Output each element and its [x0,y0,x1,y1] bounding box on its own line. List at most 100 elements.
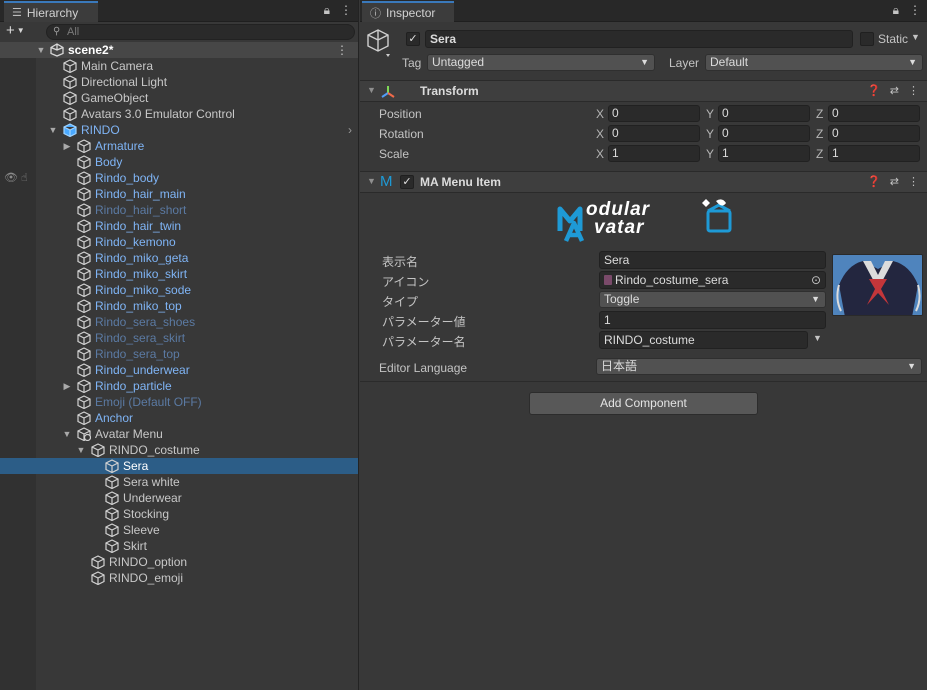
hierarchy-item[interactable]: ▶ Rindo_particle [0,378,358,394]
transform-x-field[interactable]: 0 [608,105,700,122]
expand-arrow-icon[interactable]: ▼ [48,122,58,138]
static-dropdown-icon[interactable]: ▼ [911,32,920,42]
create-button[interactable]: + ▼ [6,22,25,39]
transform-y-field[interactable]: 1 [718,145,810,162]
hierarchy-item[interactable]: Avatars 3.0 Emulator Control [0,106,358,122]
inspector-tabbar: ⓘ Inspector 🔒︎ ⋮ [360,0,927,22]
gameobject-icon [77,155,91,169]
chevron-down-icon: ▼ [908,57,917,67]
tab-hierarchy[interactable]: ☰ Hierarchy [4,1,98,22]
hierarchy-item[interactable]: Rindo_miko_skirt [0,266,358,282]
expand-arrow-icon[interactable]: ▼ [76,442,86,458]
more-options-icon[interactable]: ⋮ [340,3,352,18]
transform-y-field[interactable]: 0 [718,105,810,122]
hierarchy-item[interactable]: Body [0,154,358,170]
component-enabled-checkbox[interactable]: ✓ [400,175,414,189]
hierarchy-item[interactable]: Skirt [0,538,358,554]
hierarchy-item[interactable]: Rindo_sera_skirt [0,330,358,346]
param-name-field[interactable]: RINDO_costume [599,331,808,349]
component-menu-icon[interactable]: ⋮ [908,175,919,188]
hierarchy-item[interactable]: ▶ Armature [0,138,358,154]
transform-z-field[interactable]: 0 [828,105,920,122]
expand-arrow-icon[interactable]: ▼ [36,42,46,58]
type-dropdown[interactable]: Toggle ▼ [599,291,826,308]
hierarchy-item[interactable]: Rindo_sera_shoes [0,314,358,330]
hierarchy-item[interactable]: Anchor [0,410,358,426]
hierarchy-item[interactable]: ▼ Avatar Menu [0,426,358,442]
hierarchy-item[interactable]: ▼ RINDO › [0,122,358,138]
icon-object-field[interactable]: Rindo_costume_sera ⊙ [599,271,826,289]
collapsed-arrow-icon[interactable]: ▶ [62,378,72,394]
open-prefab-chevron-icon[interactable]: › [348,122,352,138]
hierarchy-item[interactable]: Underwear [0,490,358,506]
lock-icon[interactable]: 🔒︎ [324,3,330,18]
pickability-hand-icon[interactable]: ☝︎ [21,170,28,186]
hierarchy-item-label: Main Camera [81,59,154,73]
layer-dropdown[interactable]: Default ▼ [705,54,923,71]
hierarchy-item[interactable]: Rindo_miko_geta [0,250,358,266]
param-value-field[interactable]: 1 [599,311,826,329]
more-options-icon[interactable]: ⋮ [909,3,921,18]
transform-x-field[interactable]: 1 [608,145,700,162]
hierarchy-item[interactable]: GameObject [0,90,358,106]
preset-icon[interactable]: ⇄ [890,175,899,188]
transform-x-field[interactable]: 0 [608,125,700,142]
ma-component-icon: M [380,173,393,190]
hierarchy-item[interactable]: Rindo_sera_top [0,346,358,362]
lock-icon[interactable]: 🔒︎ [893,3,899,18]
expand-arrow-icon[interactable]: ▼ [62,426,72,442]
preset-icon[interactable]: ⇄ [890,84,899,97]
hierarchy-item-label: Rindo_hair_twin [95,219,182,233]
hierarchy-item[interactable]: Rindo_underwear [0,362,358,378]
hierarchy-item[interactable]: Sera [0,458,358,474]
transform-y-field[interactable]: 0 [718,125,810,142]
static-checkbox[interactable] [860,32,874,46]
hierarchy-item[interactable]: Rindo_hair_main [0,186,358,202]
help-icon[interactable]: ❓ [867,84,881,97]
display-name-field[interactable]: Sera [599,251,826,269]
hierarchy-item[interactable]: ▼ RINDO_costume [0,442,358,458]
tab-inspector[interactable]: ⓘ Inspector [362,1,454,22]
hierarchy-item[interactable]: Rindo_hair_short [0,202,358,218]
hierarchy-item[interactable]: RINDO_emoji [0,570,358,586]
help-icon[interactable]: ❓ [867,175,881,188]
object-picker-icon[interactable]: ⊙ [811,272,821,288]
hierarchy-item[interactable]: Rindo_miko_sode [0,282,358,298]
hierarchy-item[interactable]: Sleeve [0,522,358,538]
transform-header[interactable]: ▼ Transform ❓ ⇄ ⋮ [360,80,927,102]
transform-z-field[interactable]: 1 [828,145,920,162]
component-menu-icon[interactable]: ⋮ [908,84,919,97]
object-header: ✓ Sera Static ▼ Tag Untagged ▼ Layer Def… [360,22,927,81]
hierarchy-item[interactable]: Emoji (Default OFF) [0,394,358,410]
hierarchy-item[interactable]: Rindo_body 👁︎ ☝︎ [0,170,358,186]
visibility-eye-icon[interactable]: 👁︎ [4,170,18,186]
tag-dropdown[interactable]: Untagged ▼ [427,54,655,71]
fold-arrow-icon[interactable]: ▼ [367,176,376,186]
hierarchy-item[interactable]: Stocking [0,506,358,522]
hierarchy-item[interactable]: Main Camera [0,58,358,74]
hierarchy-item[interactable]: Rindo_hair_twin [0,218,358,234]
hierarchy-item[interactable]: Sera white [0,474,358,490]
gameobject-icon [105,507,119,521]
editor-language-dropdown[interactable]: 日本語 ▼ [596,358,922,375]
hierarchy-item[interactable]: Rindo_kemono [0,234,358,250]
scene-menu-icon[interactable]: ⋮ [336,42,348,58]
gameobject-icon [77,235,91,249]
hierarchy-item[interactable]: Rindo_miko_top [0,298,358,314]
collapsed-arrow-icon[interactable]: ▶ [62,138,72,154]
fold-arrow-icon[interactable]: ▼ [367,85,376,95]
search-input[interactable]: ⚲ All [46,24,355,40]
param-name-dropdown-icon[interactable]: ▼ [813,333,822,343]
add-component-button[interactable]: Add Component [529,392,758,415]
scene-row[interactable]: ▼ scene2* ⋮ [0,42,358,58]
ma-menu-item-header[interactable]: ▼ M ✓ MA Menu Item ❓ ⇄ ⋮ [360,171,927,193]
object-name-field[interactable]: Sera [425,30,853,48]
gameobject-icon[interactable] [366,28,392,58]
gameobject-icon [77,203,91,217]
hierarchy-item[interactable]: RINDO_option [0,554,358,570]
hierarchy-item[interactable]: Directional Light [0,74,358,90]
transform-z-field[interactable]: 0 [828,125,920,142]
active-checkbox[interactable]: ✓ [406,32,420,46]
icon-preview[interactable] [832,254,923,316]
axis-label-y: Y [706,127,715,141]
